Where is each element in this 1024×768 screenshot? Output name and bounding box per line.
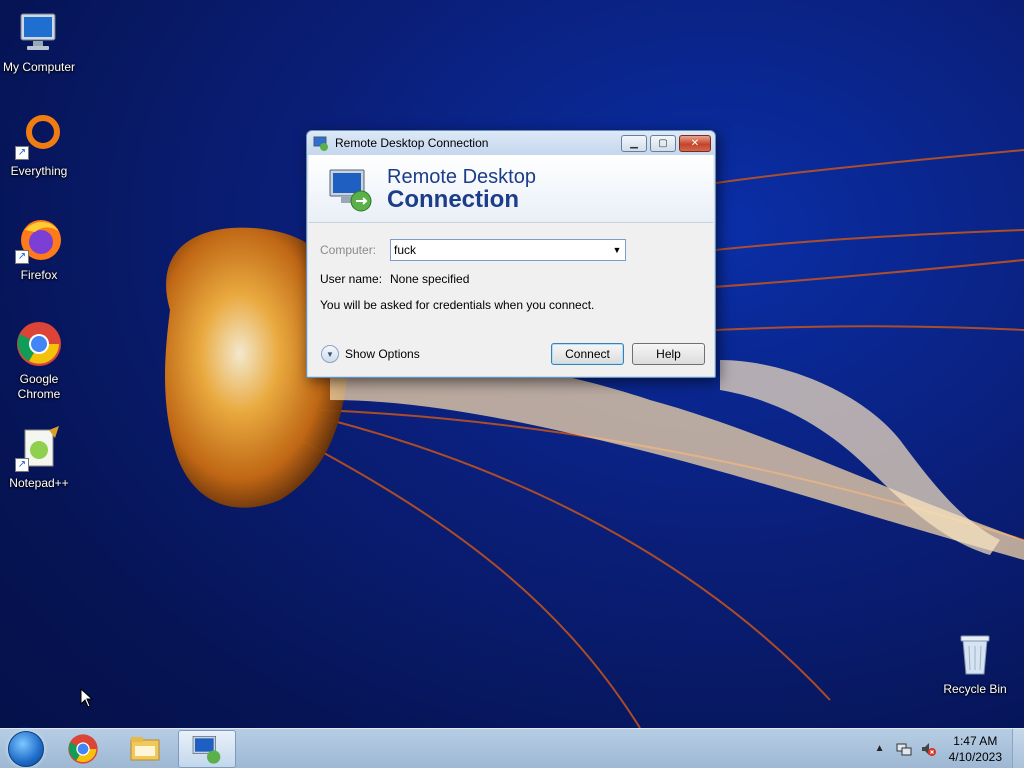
help-button[interactable]: Help: [632, 343, 705, 365]
maximize-button[interactable]: ▢: [650, 134, 676, 152]
shortcut-arrow-icon: ↗: [15, 458, 29, 472]
notepadpp-icon: ↗: [15, 424, 63, 472]
dropdown-arrow-icon[interactable]: ▼: [609, 245, 625, 255]
close-button[interactable]: ✕: [679, 134, 711, 152]
clock-time: 1:47 AM: [953, 733, 998, 748]
username-label: User name:: [320, 272, 383, 286]
firefox-icon: ↗: [15, 216, 63, 264]
desktop-icon-label: Google Chrome: [17, 372, 61, 401]
mouse-cursor-icon: [80, 688, 94, 708]
username-value: None specified: [390, 272, 470, 286]
dialog-banner: Remote Desktop Connection: [309, 155, 713, 223]
desktop-icon-firefox[interactable]: ↗ Firefox: [0, 216, 78, 283]
shortcut-arrow-icon: ↗: [15, 250, 29, 264]
dialog-titlebar[interactable]: Remote Desktop Connection ▁ ▢ ✕: [307, 131, 715, 155]
dialog-title: Remote Desktop Connection: [335, 136, 489, 150]
chrome-icon: [68, 733, 98, 764]
connect-button[interactable]: Connect: [551, 343, 624, 365]
shortcut-arrow-icon: ↗: [15, 146, 29, 160]
desktop-icon-label: Recycle Bin: [943, 682, 1007, 696]
desktop-icon-everything[interactable]: ↗ Everything: [0, 112, 78, 179]
desktop-icon-label: My Computer: [2, 60, 76, 74]
remote-desktop-icon: [192, 735, 221, 764]
computer-combobox[interactable]: fuck ▼: [390, 239, 626, 261]
volume-muted-icon[interactable]: [919, 740, 937, 758]
everything-icon: ↗: [15, 112, 63, 160]
computer-input[interactable]: fuck: [394, 243, 609, 257]
close-icon: ✕: [690, 137, 700, 149]
remote-desktop-dialog: Remote Desktop Connection ▁ ▢ ✕ Remote D…: [306, 130, 716, 378]
connection-form: Computer: fuck ▼ User name: None specifi…: [307, 223, 715, 312]
desktop-icon-label: Everything: [10, 164, 68, 178]
dialog-footer: ▼ Show Options Connect Help: [321, 343, 705, 365]
show-options-link[interactable]: Show Options: [345, 347, 543, 361]
desktop-icon-recycle-bin[interactable]: Recycle Bin: [936, 630, 1014, 697]
credentials-note: You will be asked for credentials when y…: [320, 298, 595, 312]
recycle-bin-icon: [951, 630, 999, 678]
banner-title-line2: Connection: [387, 185, 519, 213]
clock[interactable]: 1:47 AM 4/10/2023: [949, 733, 1002, 765]
desktop-icon-my-computer[interactable]: My Computer: [0, 8, 78, 75]
system-tray: ▲ 1:47 AM 4/10/2023: [871, 728, 1024, 768]
taskbar: ▲ 1:47 AM 4/10/2023: [0, 728, 1024, 768]
desktop-icon-notepadpp[interactable]: ↗ Notepad++: [0, 424, 78, 491]
banner-title-line1: Remote Desktop: [387, 165, 536, 188]
maximize-icon: ▢: [658, 137, 668, 149]
minimize-icon: ▁: [630, 137, 638, 149]
start-orb-icon[interactable]: [8, 730, 44, 767]
show-options-chevron-icon[interactable]: ▼: [321, 345, 339, 363]
tray-expand-icon[interactable]: ▲: [871, 740, 889, 758]
desktop-icon-label: Notepad++: [9, 476, 69, 490]
chrome-icon: [15, 320, 63, 368]
desktop-icon-label: Firefox: [20, 268, 58, 282]
desktop-icon-google-chrome[interactable]: Google Chrome: [0, 320, 78, 402]
network-icon[interactable]: [895, 740, 913, 758]
taskbar-chrome-button[interactable]: [54, 730, 112, 768]
folder-icon: [130, 736, 160, 760]
computer-icon: [15, 8, 63, 56]
taskbar-explorer-button[interactable]: [116, 730, 174, 768]
remote-desktop-icon: [313, 135, 329, 151]
remote-desktop-icon: [327, 165, 375, 213]
taskbar-remote-desktop-button[interactable]: [178, 729, 236, 768]
show-desktop-button[interactable]: [1012, 728, 1024, 768]
clock-date: 4/10/2023: [948, 749, 1002, 764]
computer-label: Computer:: [320, 243, 377, 257]
minimize-button[interactable]: ▁: [621, 134, 647, 152]
